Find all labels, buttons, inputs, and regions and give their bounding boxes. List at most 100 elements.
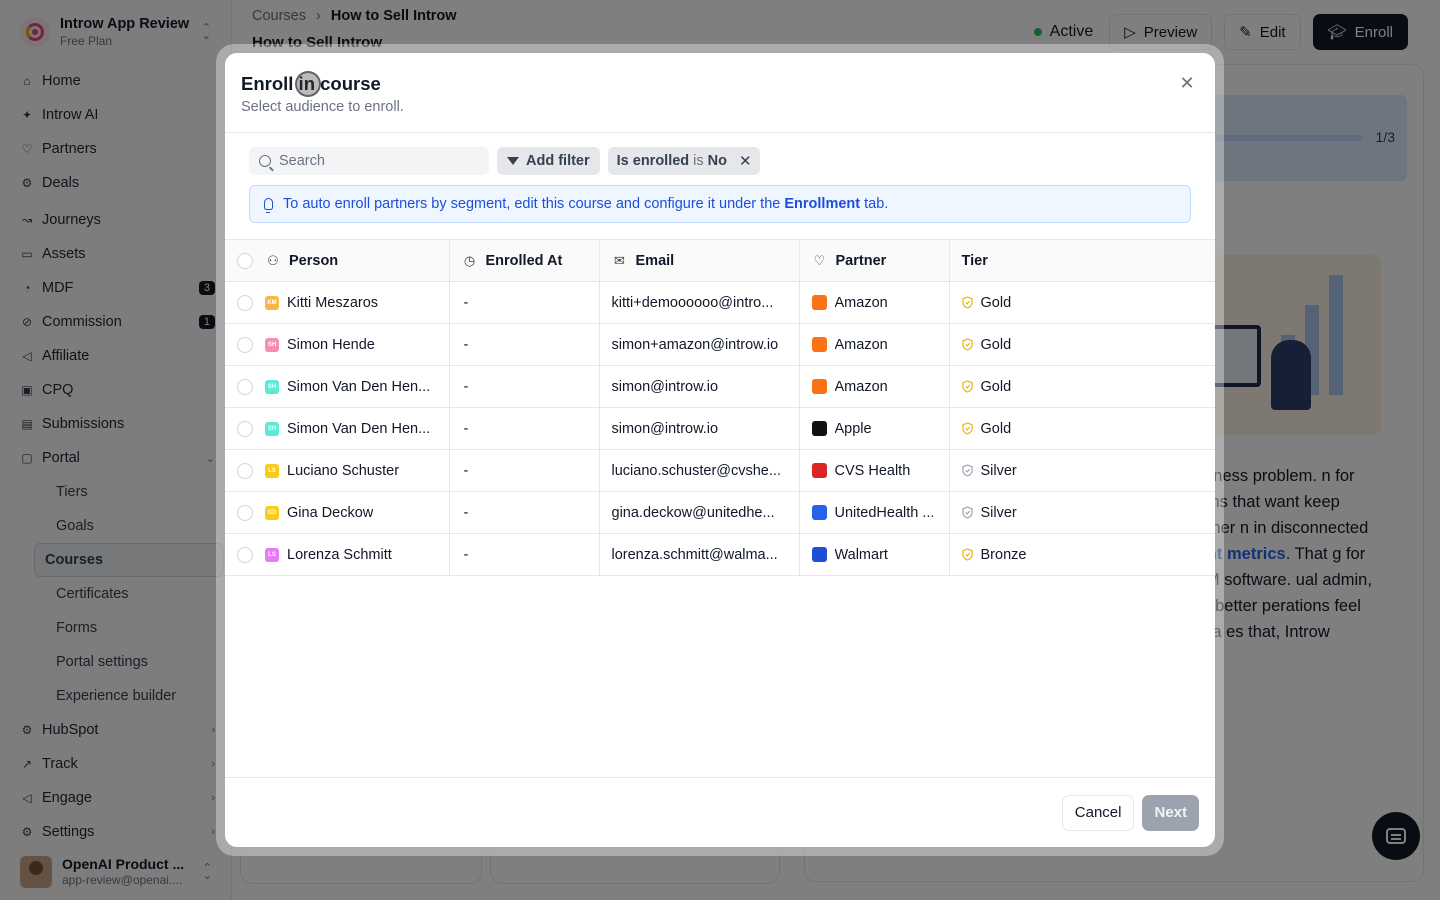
modal-subtitle: Select audience to enroll. [241,99,404,115]
partner-name: Amazon [834,336,888,353]
table-row[interactable]: GD Gina Deckow - gina.deckow@unitedhe... Uni… [225,491,1215,534]
shield-icon [961,506,973,519]
enrollment-tab-link[interactable]: Enrollment [784,196,860,212]
partner-logo-icon [811,337,827,352]
row-checkbox[interactable] [237,546,253,563]
filter-toolbar: Add filter Is enrolled is No ✕ [225,133,1215,175]
column-email[interactable]: ✉ Email [598,239,799,282]
avatar: SH [265,337,279,352]
filter-field: Is enrolled [616,153,690,169]
tier-name: Gold [980,378,1012,395]
next-button[interactable]: Next [1142,794,1199,831]
shield-icon [961,380,973,393]
enrolled-at-cell: - [448,365,599,408]
person-name: Gina Deckow [287,504,374,521]
shield-icon [961,548,973,561]
table-body: KM Kitti Meszaros - kitti+demoooooo@intro..… [225,281,1215,576]
tier-name: Bronze [980,546,1027,563]
tier-cell: Gold [948,407,1215,450]
handshake-icon: ♡ [813,252,826,268]
close-icon[interactable]: ✕ [1177,73,1197,93]
filter-operator: is [693,153,704,169]
tier-name: Silver [980,504,1017,521]
column-tier-label: Tier [961,252,988,269]
modal-header: Enroll in course Select audience to enro… [225,53,1215,133]
column-person[interactable]: ⚇ Person [225,239,449,282]
row-checkbox[interactable] [237,294,253,311]
row-checkbox[interactable] [237,462,253,479]
partner-cell: Amazon [798,365,949,408]
search-input[interactable] [279,153,479,169]
enroll-modal: Enroll in course Select audience to enro… [225,53,1215,847]
filter-chip[interactable]: Is enrolled is No ✕ [607,147,760,175]
filter-icon [507,157,519,165]
info-text-after: tab. [860,196,889,212]
select-all-checkbox[interactable] [237,252,253,269]
column-enrolled-label: Enrolled At [485,252,563,269]
person-name: Kitti Meszaros [287,294,379,311]
avatar: LS [265,463,279,478]
row-checkbox[interactable] [237,336,253,353]
partner-logo-icon [811,421,827,436]
partner-cell: Amazon [798,281,949,324]
tier-name: Gold [980,294,1012,311]
tier-cell: Gold [948,365,1215,408]
enrolled-at-cell: - [448,323,599,366]
column-partner[interactable]: ♡ Partner [798,239,949,282]
row-checkbox[interactable] [237,504,253,521]
partner-name: UnitedHealth ... [834,504,935,521]
person-cell: GD Gina Deckow [225,491,449,534]
table-row[interactable]: SH Simon Van Den Hen... - simon@introw.io Ap… [225,407,1215,450]
partner-cell: Walmart [798,533,949,576]
shield-icon [961,422,973,435]
email-cell: simon@introw.io [598,407,799,450]
enrolled-at-cell: - [448,491,599,534]
partner-logo-icon [811,505,827,520]
email-cell: gina.deckow@unitedhe... [598,491,799,534]
row-checkbox[interactable] [237,420,253,437]
partner-cell: UnitedHealth ... [798,491,949,534]
table-row[interactable]: SH Simon Hende - simon+amazon@introw.io Amaz… [225,323,1215,366]
table-row[interactable]: LS Luciano Schuster - luciano.schuster@cvsh… [225,449,1215,492]
partner-name: Walmart [834,546,888,563]
partner-logo-icon [811,463,827,478]
enrolled-at-cell: - [448,449,599,492]
remove-filter-icon[interactable]: ✕ [739,152,752,170]
table-row[interactable]: SH Simon Van Den Hen... - simon@introw.io Am… [225,365,1215,408]
person-cell: LS Luciano Schuster [225,449,449,492]
tier-name: Gold [980,336,1012,353]
tier-name: Silver [980,462,1017,479]
column-email-label: Email [635,252,675,269]
partner-logo-icon [811,547,827,562]
column-enrolled-at[interactable]: ◷ Enrolled At [448,239,599,282]
cursor-indicator [295,71,321,97]
partner-logo-icon [811,379,827,394]
person-cell: LS Lorenza Schmitt [225,533,449,576]
avatar: SH [265,421,279,436]
email-cell: kitti+demoooooo@intro... [598,281,799,324]
tier-cell: Gold [948,323,1215,366]
person-cell: SH Simon Van Den Hen... [225,365,449,408]
email-cell: lorenza.schmitt@walma... [598,533,799,576]
info-text: To auto enroll partners by segment, edit… [283,196,888,212]
avatar: GD [265,505,279,520]
add-filter-button[interactable]: Add filter [497,147,600,175]
tier-cell: Bronze [948,533,1215,576]
cancel-button[interactable]: Cancel [1061,794,1135,831]
tier-cell: Silver [948,449,1215,492]
email-cell: luciano.schuster@cvshe... [598,449,799,492]
partner-cell: Apple [798,407,949,450]
person-name: Luciano Schuster [287,462,400,479]
column-tier[interactable]: Tier [948,239,1215,282]
partner-name: Apple [834,420,872,437]
email-cell: simon+amazon@introw.io [598,323,799,366]
tier-cell: Silver [948,491,1215,534]
search-icon [259,155,271,167]
table-row[interactable]: KM Kitti Meszaros - kitti+demoooooo@intro..… [225,281,1215,324]
info-banner: To auto enroll partners by segment, edit… [249,185,1191,223]
row-checkbox[interactable] [237,378,253,395]
shield-icon [961,464,973,477]
info-text-before: To auto enroll partners by segment, edit… [283,196,785,212]
modal-footer: Cancel Next [225,777,1215,847]
table-row[interactable]: LS Lorenza Schmitt - lorenza.schmitt@walma.… [225,533,1215,576]
